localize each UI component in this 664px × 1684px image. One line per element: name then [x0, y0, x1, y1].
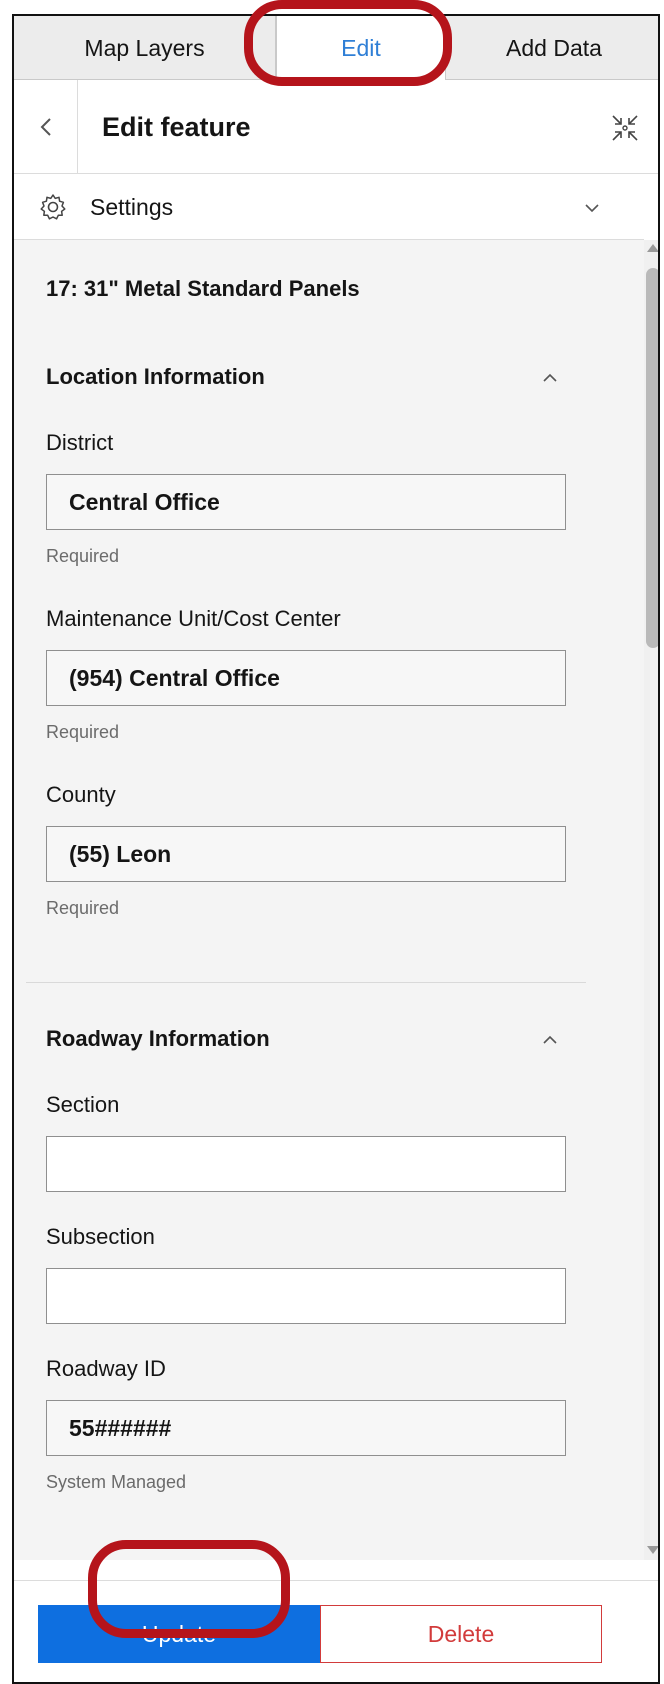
maintenance-unit-field[interactable]: (954) Central Office [46, 650, 566, 706]
county-hint: Required [46, 898, 120, 918]
district-hint: Required [46, 546, 120, 566]
feature-title: 17: 31" Metal Standard Panels [46, 276, 360, 301]
delete-button[interactable]: Delete [320, 1605, 602, 1663]
district-field[interactable]: Central Office [46, 474, 566, 530]
tab-map-layers[interactable]: Map Layers [14, 16, 276, 80]
chevron-down-icon [585, 204, 599, 213]
form-scroll-area[interactable]: 17: 31" Metal Standard Panels Location I… [14, 240, 644, 1560]
section-field[interactable] [46, 1136, 566, 1192]
gear-icon [40, 194, 66, 220]
maintenance-unit-hint: Required [46, 722, 120, 742]
chevron-up-icon[interactable] [542, 1032, 558, 1048]
settings-toggle[interactable]: Settings [14, 174, 644, 240]
subsection-field[interactable] [46, 1268, 566, 1324]
scrollbar-thumb[interactable] [646, 268, 658, 648]
field-label-section: Section [46, 1092, 120, 1117]
field-label-county: County [46, 782, 116, 807]
scrollbar[interactable] [644, 240, 658, 1560]
page-title: Edit feature [102, 112, 251, 142]
scroll-down-arrow-icon[interactable] [647, 1546, 658, 1554]
tab-add-data[interactable]: Add Data [446, 16, 658, 80]
tab-bar: Map Layers Edit Add Data [14, 16, 658, 81]
chevron-up-icon[interactable] [542, 370, 558, 386]
action-footer: Update Delete [14, 1580, 658, 1682]
edit-panel: Map Layers Edit Add Data Edit feature Se… [12, 14, 660, 1684]
field-label-roadway-id: Roadway ID [46, 1356, 166, 1381]
section-divider [26, 982, 586, 983]
section-location-information[interactable]: Location Information [46, 364, 265, 390]
field-label-subsection: Subsection [46, 1224, 155, 1249]
scroll-up-arrow-icon[interactable] [647, 244, 658, 252]
tab-edit[interactable]: Edit [276, 16, 446, 81]
field-label-district: District [46, 430, 114, 455]
chevron-left-icon [40, 118, 51, 136]
collapse-icon[interactable] [609, 112, 641, 144]
panel-header: Edit feature [14, 80, 658, 174]
field-label-maintenance-unit: Maintenance Unit/Cost Center [46, 606, 341, 631]
county-field[interactable]: (55) Leon [46, 826, 566, 882]
roadway-id-field: 55###### [46, 1400, 566, 1456]
settings-label: Settings [90, 194, 174, 220]
section-roadway-information[interactable]: Roadway Information [46, 1026, 270, 1052]
update-button[interactable]: Update [38, 1605, 320, 1663]
back-button[interactable] [14, 80, 78, 174]
roadway-id-hint: System Managed [46, 1472, 187, 1492]
